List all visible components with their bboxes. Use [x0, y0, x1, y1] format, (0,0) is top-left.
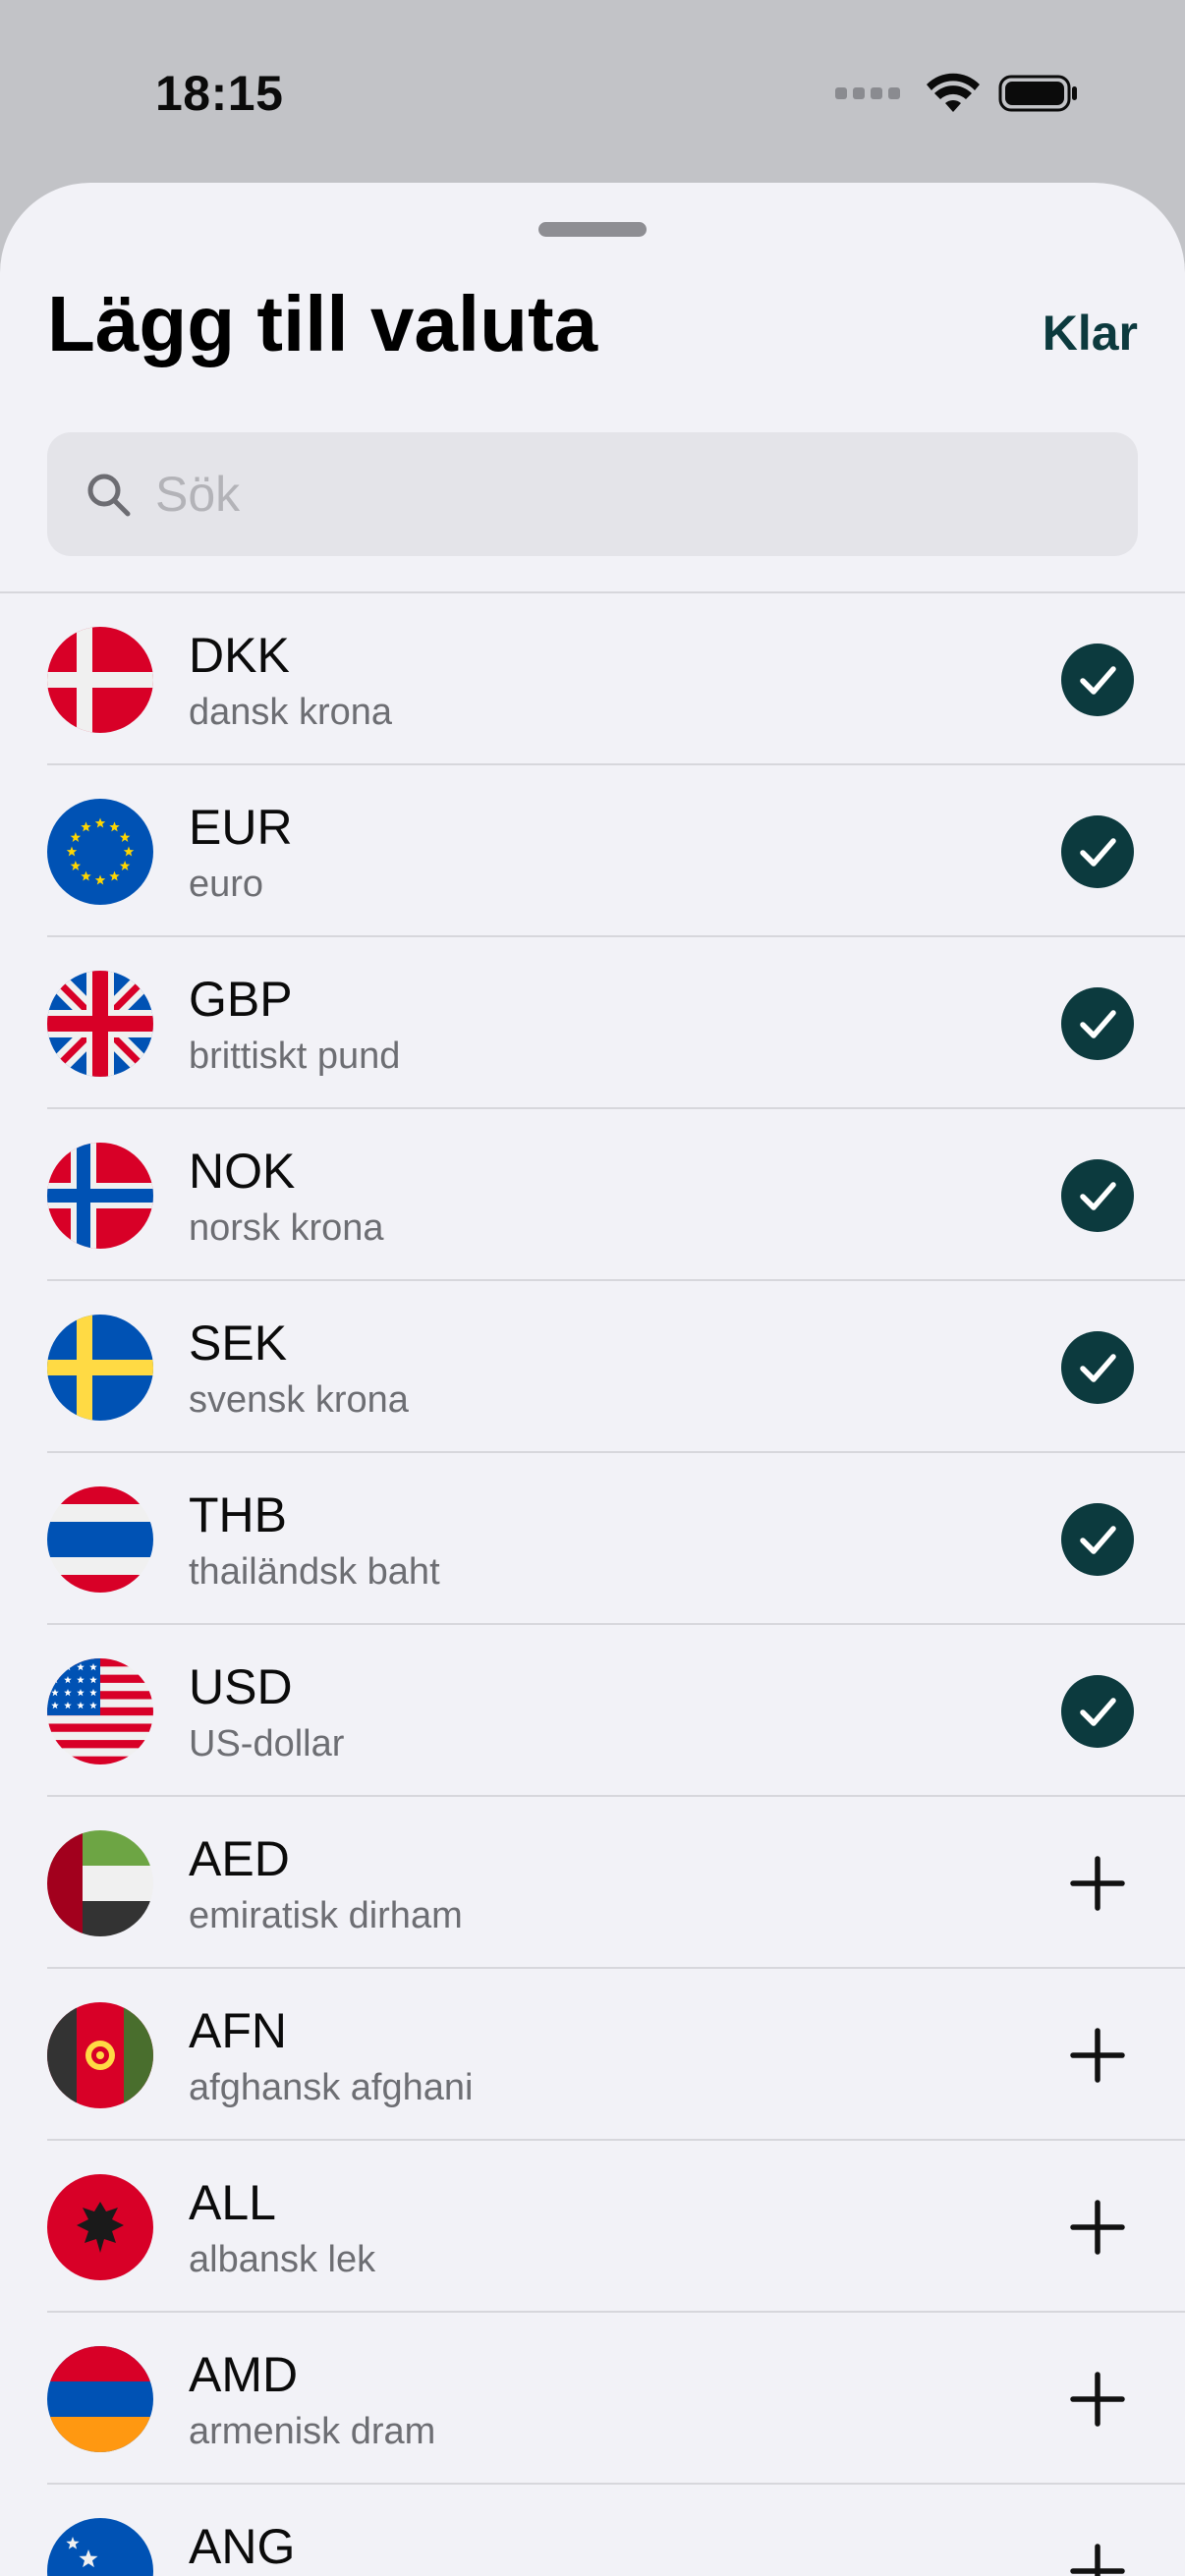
status-time: 18:15	[155, 66, 284, 121]
currency-list: DKK dansk krona EUR euro GBP brittiskt pund NO…	[0, 593, 1185, 2576]
currency-row-amd[interactable]: AMD armenisk dram	[0, 2313, 1185, 2485]
united-states-flag-icon	[47, 1658, 153, 1764]
search-icon	[87, 474, 131, 517]
currency-code: NOK	[189, 1144, 296, 1199]
currency-name: euro	[189, 864, 264, 905]
selected-checkmark-icon[interactable]	[1061, 815, 1134, 888]
selected-checkmark-icon[interactable]	[1061, 1331, 1134, 1404]
currency-row-ang[interactable]: ANG	[0, 2485, 1185, 2576]
add-currency-plus-icon[interactable]	[1061, 1847, 1134, 1920]
currency-code: ANG	[189, 2519, 296, 2574]
currency-row-sek[interactable]: SEK svensk krona	[0, 1281, 1185, 1453]
done-button[interactable]: Klar	[1043, 305, 1138, 362]
currency-row-eur[interactable]: EUR euro	[0, 765, 1185, 937]
currency-code: AFN	[189, 2003, 287, 2058]
european-union-flag-icon	[47, 799, 153, 905]
sheet-grabber[interactable]	[538, 222, 647, 237]
currency-code: THB	[189, 1487, 287, 1542]
currency-name: thailändsk baht	[189, 1551, 440, 1593]
curacao-flag-icon	[47, 2518, 153, 2576]
currency-name: afghansk afghani	[189, 2067, 474, 2108]
add-currency-plus-icon[interactable]	[1061, 2191, 1134, 2264]
search-input[interactable]	[153, 465, 1042, 524]
currency-name: dansk krona	[189, 692, 393, 733]
sweden-flag-icon	[47, 1315, 153, 1421]
currency-row-afn[interactable]: AFN afghansk afghani	[0, 1969, 1185, 2141]
sheet-title: Lägg till valuta	[47, 280, 598, 367]
add-currency-plus-icon[interactable]	[1061, 2535, 1134, 2576]
currency-row-aed[interactable]: AED emiratisk dirham	[0, 1797, 1185, 1969]
selected-checkmark-icon[interactable]	[1061, 1159, 1134, 1232]
armenia-flag-icon	[47, 2346, 153, 2452]
currency-row-nok[interactable]: NOK norsk krona	[0, 1109, 1185, 1281]
add-currency-sheet: Lägg till valuta Klar DKK dansk krona EUR e…	[0, 183, 1185, 2576]
selected-checkmark-icon[interactable]	[1061, 987, 1134, 1060]
thailand-flag-icon	[47, 1486, 153, 1593]
selected-checkmark-icon[interactable]	[1061, 644, 1134, 716]
currency-code: DKK	[189, 628, 290, 683]
norway-flag-icon	[47, 1143, 153, 1249]
currency-name: armenisk dram	[189, 2411, 436, 2452]
currency-code: USD	[189, 1659, 293, 1714]
wifi-icon	[927, 73, 980, 112]
status-indicators	[835, 73, 1079, 114]
currency-code: ALL	[189, 2175, 276, 2230]
add-currency-plus-icon[interactable]	[1061, 2019, 1134, 2092]
currency-row-all[interactable]: ALL albansk lek	[0, 2141, 1185, 2313]
denmark-flag-icon	[47, 627, 153, 733]
currency-name: brittiskt pund	[189, 1036, 401, 1077]
afghanistan-flag-icon	[47, 2002, 153, 2108]
currency-code: GBP	[189, 972, 293, 1027]
currency-code: EUR	[189, 800, 293, 855]
currency-name: norsk krona	[189, 1207, 384, 1249]
albania-flag-icon	[47, 2174, 153, 2280]
currency-row-usd[interactable]: USD US-dollar	[0, 1625, 1185, 1797]
currency-name: US-dollar	[189, 1723, 345, 1764]
currency-name: albansk lek	[189, 2239, 376, 2280]
currency-code: AED	[189, 1831, 290, 1886]
search-bar[interactable]	[47, 432, 1138, 556]
currency-name: emiratisk dirham	[189, 1895, 463, 1936]
cellular-signal-icon	[835, 87, 900, 99]
currency-row-gbp[interactable]: GBP brittiskt pund	[0, 937, 1185, 1109]
selected-checkmark-icon[interactable]	[1061, 1503, 1134, 1576]
currency-code: SEK	[189, 1316, 288, 1371]
selected-checkmark-icon[interactable]	[1061, 1675, 1134, 1748]
add-currency-plus-icon[interactable]	[1061, 2363, 1134, 2436]
united-kingdom-flag-icon	[47, 971, 153, 1077]
currency-code: AMD	[189, 2347, 299, 2402]
united-arab-emirates-flag-icon	[47, 1830, 153, 1936]
currency-name: svensk krona	[189, 1379, 409, 1421]
battery-icon	[998, 75, 1077, 112]
currency-row-dkk[interactable]: DKK dansk krona	[0, 593, 1185, 765]
currency-row-thb[interactable]: THB thailändsk baht	[0, 1453, 1185, 1625]
